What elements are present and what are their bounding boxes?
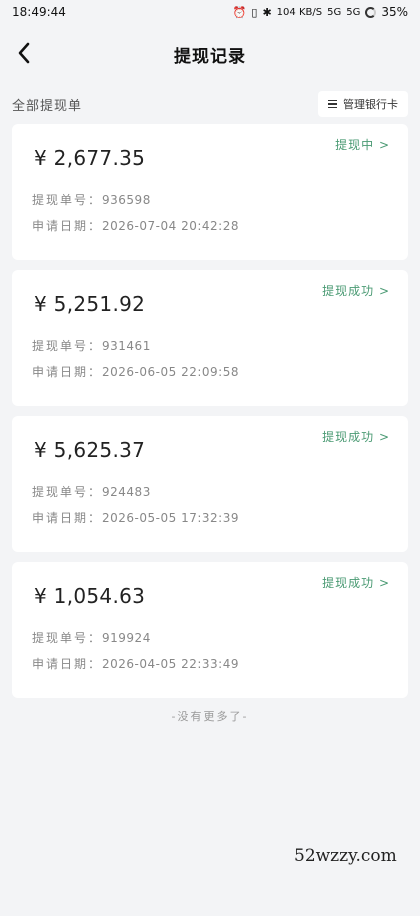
withdrawal-number: 936598 [102, 193, 151, 207]
withdrawal-number: 931461 [102, 339, 151, 353]
withdrawal-card[interactable]: ¥ 5,625.37 提现成功 > 提现单号：924483 申请日期：2026-… [12, 416, 408, 552]
manage-bank-card-label: 管理银行卡 [343, 98, 398, 111]
apply-date-row: 申请日期：2026-05-05 17:32:39 [32, 509, 239, 526]
withdrawal-amount: ¥ 1,054.63 [34, 584, 146, 608]
withdrawal-number-label: 提现单号： [32, 631, 103, 645]
withdrawal-status[interactable]: 提现成功 > [322, 574, 390, 591]
withdrawal-number-row: 提现单号：924483 [32, 483, 151, 500]
battery-percent: 35% [381, 5, 408, 19]
withdrawal-status[interactable]: 提现成功 > [322, 428, 390, 445]
manage-bank-card-button[interactable]: 管理银行卡 [318, 91, 408, 117]
filter-all-withdrawals[interactable]: 全部提现单 [12, 95, 82, 114]
apply-date: 2026-07-04 20:42:28 [102, 219, 239, 233]
vibrate-icon: ▯ [251, 5, 258, 19]
withdrawal-amount: ¥ 2,677.35 [34, 146, 146, 170]
withdrawal-status[interactable]: 提现成功 > [322, 282, 390, 299]
signal-5g-1: 5G [327, 6, 342, 18]
bluetooth-icon: ✱ [262, 5, 272, 19]
withdrawal-status[interactable]: 提现中 > [335, 136, 390, 153]
watermark: 52wzzy.com [294, 846, 397, 866]
nav-bar: 提现记录 [0, 24, 420, 84]
apply-date-label: 申请日期： [32, 365, 103, 379]
withdrawal-number: 919924 [102, 631, 151, 645]
back-button[interactable] [10, 38, 38, 68]
withdrawal-card[interactable]: ¥ 5,251.92 提现成功 > 提现单号：931461 申请日期：2026-… [12, 270, 408, 406]
withdrawal-number-label: 提现单号： [32, 339, 103, 353]
apply-date-row: 申请日期：2026-07-04 20:42:28 [32, 217, 239, 234]
apply-date-label: 申请日期： [32, 657, 103, 671]
withdrawal-card[interactable]: ¥ 2,677.35 提现中 > 提现单号：936598 申请日期：2026-0… [12, 124, 408, 260]
apply-date-label: 申请日期： [32, 511, 103, 525]
alarm-icon: ⏰ [232, 5, 247, 19]
no-more-note: -没有更多了- [171, 710, 249, 723]
status-bar: 18:49:44 ⏰ ▯ ✱ 104 KB/S 5G 5G 35% [0, 0, 420, 24]
withdrawal-amount: ¥ 5,251.92 [34, 292, 146, 316]
withdrawal-number: 924483 [102, 485, 151, 499]
apply-date: 2026-04-05 22:33:49 [102, 657, 239, 671]
withdrawal-amount: ¥ 5,625.37 [34, 438, 146, 462]
page-title: 提现记录 [174, 46, 246, 67]
menu-icon [328, 99, 337, 109]
net-speed: 104 KB/S [276, 6, 323, 18]
withdrawal-number-label: 提现单号： [32, 193, 103, 207]
signal-5g-2: 5G [346, 6, 361, 18]
apply-date-label: 申请日期： [32, 219, 103, 233]
apply-date: 2026-06-05 22:09:58 [102, 365, 239, 379]
withdrawal-number-row: 提现单号：936598 [32, 191, 151, 208]
apply-date-row: 申请日期：2026-04-05 22:33:49 [32, 655, 239, 672]
filter-row: 全部提现单 管理银行卡 [0, 88, 420, 120]
apply-date: 2026-05-05 17:32:39 [102, 511, 239, 525]
withdrawal-number-row: 提现单号：931461 [32, 337, 151, 354]
status-icons: ⏰ ▯ ✱ 104 KB/S 5G 5G 35% [233, 5, 408, 19]
apply-date-row: 申请日期：2026-06-05 22:09:58 [32, 363, 239, 380]
withdrawal-number-row: 提现单号：919924 [32, 629, 151, 646]
withdrawal-list: ¥ 2,677.35 提现中 > 提现单号：936598 申请日期：2026-0… [0, 124, 420, 698]
withdrawal-number-label: 提现单号： [32, 485, 103, 499]
withdrawal-card[interactable]: ¥ 1,054.63 提现成功 > 提现单号：919924 申请日期：2026-… [12, 562, 408, 698]
chevron-left-icon [18, 42, 30, 64]
status-time: 18:49:44 [12, 5, 66, 19]
battery-icon [365, 6, 377, 18]
